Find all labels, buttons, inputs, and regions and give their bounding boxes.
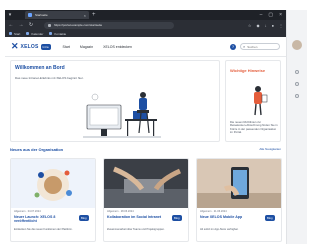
back-icon[interactable]: ← bbox=[8, 22, 14, 28]
nav-item-start[interactable]: Start bbox=[63, 45, 70, 49]
bookmark-label: Kontakte bbox=[54, 31, 67, 36]
search-box[interactable]: ⌕ bbox=[240, 43, 280, 50]
logo-name: XELOS bbox=[20, 43, 39, 50]
logo-badge: Intra bbox=[40, 43, 51, 50]
bookmark-icon bbox=[26, 32, 30, 35]
download-icon[interactable]: ↓ bbox=[265, 23, 267, 28]
extension-icon[interactable]: ◆ bbox=[257, 23, 260, 28]
news-card[interactable]: Allgemein · 21.06.2024 Neue XELOS Mobile… bbox=[196, 158, 282, 242]
search-icon: ⌕ bbox=[243, 44, 246, 49]
url-text: https://portal.example.com/startseite bbox=[54, 23, 103, 27]
info-illustration bbox=[254, 86, 268, 116]
news-more-link[interactable]: Alle Neuigkeiten bbox=[259, 147, 281, 151]
news-description: Zusammenarbeit über Teams und Projektgru… bbox=[107, 228, 165, 231]
welcome-text: Das neue Intranet-Erlebnis mit XELOS beg… bbox=[15, 76, 84, 80]
browser-titlebar: ▾ Startseite × + – ▢ × bbox=[5, 10, 286, 20]
minimize-icon[interactable]: – bbox=[260, 12, 263, 18]
side-rail bbox=[286, 10, 307, 244]
nav-item-discover[interactable]: XELOS entdecken bbox=[103, 45, 132, 49]
lock-icon bbox=[48, 23, 51, 27]
forward-icon[interactable]: → bbox=[18, 22, 24, 28]
bookmark-item[interactable]: Start bbox=[9, 32, 20, 36]
important-info-card: Wichtige Hinweise Die neuen Richtlinien … bbox=[225, 60, 281, 142]
rail-circle-icon[interactable] bbox=[295, 94, 299, 98]
news-image bbox=[197, 159, 281, 208]
window-controls: – ▢ × bbox=[260, 12, 286, 18]
top-navigation: Start Magazin XELOS entdecken bbox=[63, 45, 132, 49]
search-input[interactable] bbox=[247, 44, 278, 49]
url-field[interactable]: https://portal.example.com/startseite bbox=[44, 21, 174, 29]
news-headline[interactable]: Neue XELOS Mobile App bbox=[200, 215, 260, 219]
logo-mark-icon: ✕ bbox=[11, 41, 19, 51]
news-title: Neues aus der Organisation bbox=[10, 146, 64, 152]
news-headline[interactable]: Neuer Launch: XELOS 8 veröffentlicht bbox=[14, 215, 74, 224]
browser-tab[interactable]: Startseite × bbox=[25, 11, 89, 19]
news-meta: Allgemein · 21.06.2024 bbox=[200, 210, 227, 213]
news-card[interactable]: Allgemein · 04.07.2024 Neuer Launch: XEL… bbox=[10, 158, 96, 242]
news-header: Neues aus der Organisation Alle Neuigkei… bbox=[10, 145, 281, 153]
news-card[interactable]: Allgemein · 28.06.2024 Kollaboration im … bbox=[103, 158, 189, 242]
reload-icon[interactable]: ↻ bbox=[28, 22, 34, 28]
rail-circle-icon[interactable] bbox=[295, 82, 299, 86]
tab-title: Startseite bbox=[35, 13, 48, 17]
rail-circle-icon[interactable] bbox=[295, 70, 299, 74]
close-window-icon[interactable]: × bbox=[279, 12, 282, 18]
browser-window: ▾ Startseite × + – ▢ × ← → ↻ https://por… bbox=[0, 0, 307, 244]
welcome-illustration bbox=[83, 92, 161, 138]
bookmark-label: Start bbox=[14, 31, 21, 36]
news-tag: Blog bbox=[265, 215, 275, 221]
news-tag: Blog bbox=[172, 215, 182, 221]
bookmarks-bar: Start Kalender Kontakte bbox=[5, 30, 286, 37]
maximize-icon[interactable]: ▢ bbox=[268, 12, 273, 18]
news-description: Ab sofort im App-Store verfügbar. bbox=[200, 228, 239, 231]
news-description: Entdecken Sie die neuen Funktionen der P… bbox=[14, 228, 73, 231]
info-title: Wichtige Hinweise bbox=[230, 68, 266, 73]
help-icon[interactable]: ? bbox=[230, 43, 236, 50]
nav-item-magazin[interactable]: Magazin bbox=[80, 45, 93, 49]
browser-menu-icon[interactable]: ▾ bbox=[5, 10, 15, 20]
bookmark-item[interactable]: Kalender bbox=[26, 32, 43, 36]
new-tab-icon[interactable]: + bbox=[92, 12, 96, 18]
news-headline[interactable]: Kollaboration im Social Intranet bbox=[107, 215, 167, 219]
profile-icon[interactable]: ● bbox=[272, 23, 274, 28]
bookmark-icon bbox=[49, 32, 53, 35]
tab-close-icon[interactable]: × bbox=[84, 13, 86, 18]
bookmark-icon bbox=[9, 32, 12, 35]
bookmark-item[interactable]: Kontakte bbox=[49, 32, 66, 36]
star-icon[interactable]: ☆ bbox=[248, 23, 252, 28]
news-image bbox=[11, 159, 95, 208]
news-image bbox=[104, 159, 188, 208]
info-text: Die neuen Richtlinien zur Reisekosten-Ab… bbox=[230, 120, 278, 135]
bookmark-label: Kalender bbox=[31, 31, 44, 36]
address-bar: ← → ↻ https://portal.example.com/startse… bbox=[5, 20, 286, 30]
app-logo[interactable]: ✕ XELOS Intra bbox=[11, 41, 51, 52]
avatar[interactable] bbox=[292, 40, 302, 50]
extension-icons: ☆ ◆ ↓ ● ⋮ bbox=[248, 23, 283, 28]
app-header: ✕ XELOS Intra Start Magazin XELOS entdec… bbox=[5, 37, 286, 57]
welcome-card: Willkommen an Bord Das neue Intranet-Erl… bbox=[10, 60, 220, 142]
news-tag: Blog bbox=[79, 215, 89, 221]
tab-favicon-icon bbox=[28, 13, 32, 17]
news-meta: Allgemein · 04.07.2024 bbox=[14, 210, 41, 213]
browser-more-icon[interactable]: ⋮ bbox=[279, 23, 283, 28]
news-meta: Allgemein · 28.06.2024 bbox=[107, 210, 134, 213]
header-actions: ? ⌕ bbox=[230, 43, 280, 50]
welcome-title: Willkommen an Bord bbox=[15, 65, 65, 71]
